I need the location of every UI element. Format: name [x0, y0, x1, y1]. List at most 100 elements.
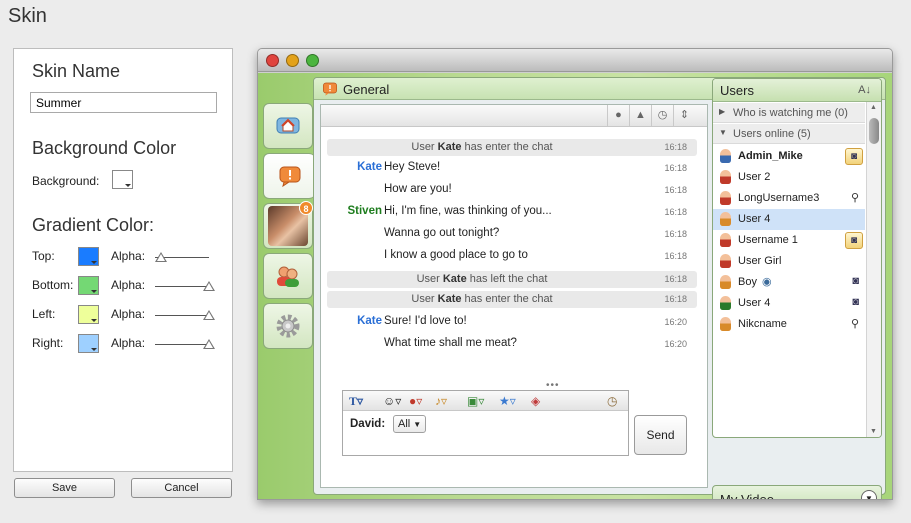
general-chat-panel: General × ● ▲ ◷ ⇕ User Kate has enter th… — [313, 77, 886, 499]
timer-icon[interactable]: ◷ — [607, 393, 617, 409]
settings-nav-button[interactable] — [263, 303, 313, 349]
user-avatar-icon — [720, 296, 731, 310]
message-time: 16:18 — [664, 294, 687, 304]
user-list-item[interactable]: Admin_Mike ◙ — [713, 146, 865, 167]
star-image-icon[interactable]: ★▿ — [499, 393, 516, 409]
chat-message: I know a good place to go to 16:18 — [327, 247, 697, 267]
group-online[interactable]: ▼ Users online (5) — [713, 124, 865, 144]
user-avatar-icon — [720, 317, 731, 331]
microphone-icon[interactable]: ⚲ — [851, 317, 859, 330]
warning-icon[interactable]: ▲ — [629, 105, 651, 126]
user-name: User Girl — [738, 255, 782, 267]
general-chat-nav-button[interactable] — [263, 153, 315, 199]
user-name: LongUsername3 — [738, 192, 820, 204]
gradient-right-swatch[interactable] — [78, 334, 99, 353]
skin-name-input[interactable] — [30, 92, 217, 113]
eye-icon: ◉ — [762, 276, 772, 288]
user-list-item[interactable]: User Girl — [713, 251, 865, 272]
system-message-text: User Kate has enter the chat — [411, 141, 553, 153]
alpha-label: Alpha: — [111, 336, 146, 350]
user-icon[interactable]: ●▿ — [409, 393, 422, 409]
sort-icon[interactable]: A↓ — [858, 84, 871, 96]
group-watching[interactable]: ▶ Who is watching me (0) — [713, 103, 865, 123]
alpha-slider-left[interactable] — [155, 310, 215, 320]
user-list-item[interactable]: LongUsername3 ⚲ — [713, 188, 865, 209]
user-list-item[interactable]: Nikcname ⚲ — [713, 314, 865, 335]
minimize-window-icon[interactable] — [286, 54, 299, 67]
webcam-icon[interactable]: ◙ — [845, 148, 863, 165]
webcam-icon[interactable]: ◙ — [845, 232, 863, 249]
chat-message: Kate Sure! I'd love to! 16:20 — [327, 313, 697, 333]
users-title: Users — [720, 83, 754, 98]
user-avatar-icon — [720, 275, 731, 289]
user-list-item[interactable]: User 2 — [713, 167, 865, 188]
system-message-text: User Kate has enter the chat — [411, 293, 553, 305]
close-window-icon[interactable] — [266, 54, 279, 67]
gradient-left-swatch[interactable] — [78, 305, 99, 324]
system-message: User Kate has enter the chat 16:18 — [327, 291, 697, 308]
chevron-down-icon[interactable]: ▼ — [861, 490, 877, 499]
clock-icon[interactable]: ◷ — [651, 105, 673, 126]
users-scrollbar[interactable]: ▲ ▼ — [866, 102, 881, 437]
message-text: Hey Steve! — [384, 161, 441, 173]
gradient-left-label: Left: — [32, 307, 56, 321]
image-icon[interactable]: ▣▿ — [467, 393, 484, 409]
gradient-bottom-swatch[interactable] — [78, 276, 99, 295]
send-button[interactable]: Send — [634, 415, 687, 455]
my-video-title: My Video — [720, 492, 774, 500]
chat-message: Kate Hey Steve! 16:18 — [327, 159, 697, 179]
my-video-panel[interactable]: My Video ▼ — [712, 485, 882, 500]
background-color-heading: Background Color — [32, 138, 177, 158]
chat-message: Stiven Hi, I'm fine, was thinking of you.… — [327, 203, 697, 223]
message-sender[interactable]: Stiven — [347, 205, 382, 217]
recipient-select[interactable]: All ▼ — [393, 415, 427, 433]
alpha-label: Alpha: — [111, 249, 146, 263]
home-nav-button[interactable] — [263, 103, 313, 149]
sound-icon[interactable]: ♪▿ — [435, 393, 447, 409]
general-panel-title: General — [343, 82, 390, 97]
webcam-icon[interactable]: ◙ — [852, 275, 859, 287]
compose-toolbar: T▿ ☺▿ ●▿ ♪▿ ▣▿ ★▿ ◈ ◷ — [343, 391, 628, 411]
message-text: Hi, I'm fine, was thinking of you... — [384, 205, 552, 217]
message-time: 16:18 — [664, 185, 687, 195]
user-name: Nikcname — [738, 318, 787, 330]
smiley-icon[interactable]: ☺▿ — [383, 393, 401, 409]
background-label: Background: — [32, 174, 100, 188]
compose-user-label: David: — [350, 418, 386, 430]
message-sender[interactable]: Kate — [357, 315, 382, 327]
alpha-slider-bottom[interactable] — [155, 281, 215, 291]
message-text: Wanna go out tonight? — [384, 227, 500, 239]
user-list-item[interactable]: User 4 ◙ — [713, 293, 865, 314]
window-titlebar — [258, 49, 892, 72]
unread-badge: 8 — [299, 201, 313, 215]
alpha-label: Alpha: — [111, 307, 146, 321]
user-list-item[interactable]: Boy ◉ ◙ — [713, 272, 865, 293]
message-time: 16:18 — [664, 142, 687, 152]
message-time: 16:18 — [664, 163, 687, 173]
cancel-button[interactable]: Cancel — [131, 478, 232, 498]
message-time: 16:18 — [664, 229, 687, 239]
sort-arrows-icon[interactable]: ⇕ — [673, 105, 695, 126]
user-list-item[interactable]: Username 1 ◙ — [713, 230, 865, 251]
webcam-icon[interactable]: ◙ — [852, 296, 859, 308]
message-time: 16:18 — [664, 274, 687, 284]
user-filter-icon[interactable]: ● — [607, 105, 629, 126]
gradient-top-swatch[interactable] — [78, 247, 99, 266]
user-name: User 2 — [738, 171, 771, 183]
users-nav-button[interactable] — [263, 253, 313, 299]
message-sender[interactable]: Kate — [357, 161, 382, 173]
private-chat-nav-button[interactable]: 8 — [263, 201, 313, 249]
user-list-item[interactable]: User 4 — [713, 209, 865, 230]
text-format-icon[interactable]: T▿ — [349, 393, 363, 409]
alpha-slider-top[interactable] — [155, 252, 209, 262]
background-color-swatch[interactable] — [112, 170, 133, 189]
recipient-value: All — [398, 418, 411, 430]
maximize-window-icon[interactable] — [306, 54, 319, 67]
users-header: Users A↓ — [713, 79, 881, 102]
microphone-icon[interactable]: ⚲ — [851, 191, 859, 204]
save-button[interactable]: Save — [14, 478, 115, 498]
eraser-icon[interactable]: ◈ — [531, 393, 540, 409]
alpha-slider-right[interactable] — [155, 339, 215, 349]
contacts-icon — [277, 266, 299, 287]
gradient-bottom-label: Bottom: — [32, 278, 74, 292]
